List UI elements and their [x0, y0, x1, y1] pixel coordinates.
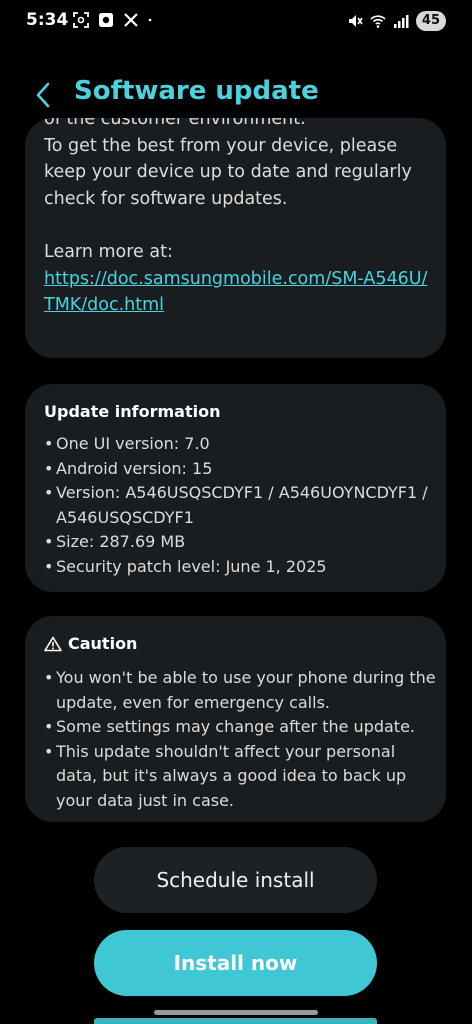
intro-text: of the customer environment. To get the …: [44, 118, 436, 319]
intro-partial-line: of the customer environment.: [44, 118, 306, 129]
caution-title: Caution: [68, 634, 138, 653]
intro-paragraph: To get the best from your device, please…: [44, 135, 412, 209]
battery-indicator: 45: [415, 11, 446, 31]
status-bar: 5:34 45: [0, 0, 472, 44]
page-title: Software update: [74, 76, 319, 106]
warning-icon: [44, 636, 62, 651]
status-left-icons: [73, 12, 156, 28]
list-item: One UI version: 7.0: [44, 432, 436, 457]
learn-more-label: Learn more at:: [44, 242, 173, 262]
signal-icon: [393, 15, 409, 28]
app-header: Software update: [0, 70, 472, 122]
caution-card: Caution You won't be able to use your ph…: [25, 616, 446, 822]
install-now-button[interactable]: Install now: [94, 930, 377, 996]
x-icon: [124, 13, 138, 27]
list-item: Version: A546USQSCDYF1 / A546UOYNCDYF1 /…: [44, 481, 436, 530]
list-item: You won't be able to use your phone duri…: [44, 666, 436, 715]
update-info-list: One UI version: 7.0 Android version: 15 …: [44, 432, 436, 579]
update-info-title: Update information: [44, 402, 221, 421]
screen: 5:34 45 Software update of the customer …: [0, 0, 472, 1024]
dot-icon: [148, 18, 152, 22]
intro-card: of the customer environment. To get the …: [25, 118, 446, 358]
list-item: This update shouldn't affect your person…: [44, 740, 436, 814]
caution-header: Caution: [44, 634, 137, 653]
list-item: Some settings may change after the updat…: [44, 715, 436, 740]
doc-link[interactable]: https://doc.samsungmobile.com/SM-A546U/T…: [44, 266, 436, 319]
offscreen-button-peek: [94, 1018, 377, 1024]
schedule-install-button[interactable]: Schedule install: [94, 847, 377, 913]
mute-icon: [348, 15, 363, 27]
chevron-left-icon[interactable]: [30, 78, 58, 112]
app-icon: [99, 13, 113, 27]
update-info-card: Update information One UI version: 7.0 A…: [25, 384, 446, 592]
list-item: Size: 287.69 MB: [44, 530, 436, 555]
home-indicator[interactable]: [154, 1010, 318, 1015]
list-item: Security patch level: June 1, 2025: [44, 555, 436, 580]
screenshot-icon: [73, 12, 89, 28]
wifi-icon: [370, 15, 386, 28]
status-time: 5:34: [26, 10, 69, 30]
list-item: Android version: 15: [44, 457, 436, 482]
caution-list: You won't be able to use your phone duri…: [44, 666, 436, 813]
status-right-icons: 45: [347, 11, 446, 31]
